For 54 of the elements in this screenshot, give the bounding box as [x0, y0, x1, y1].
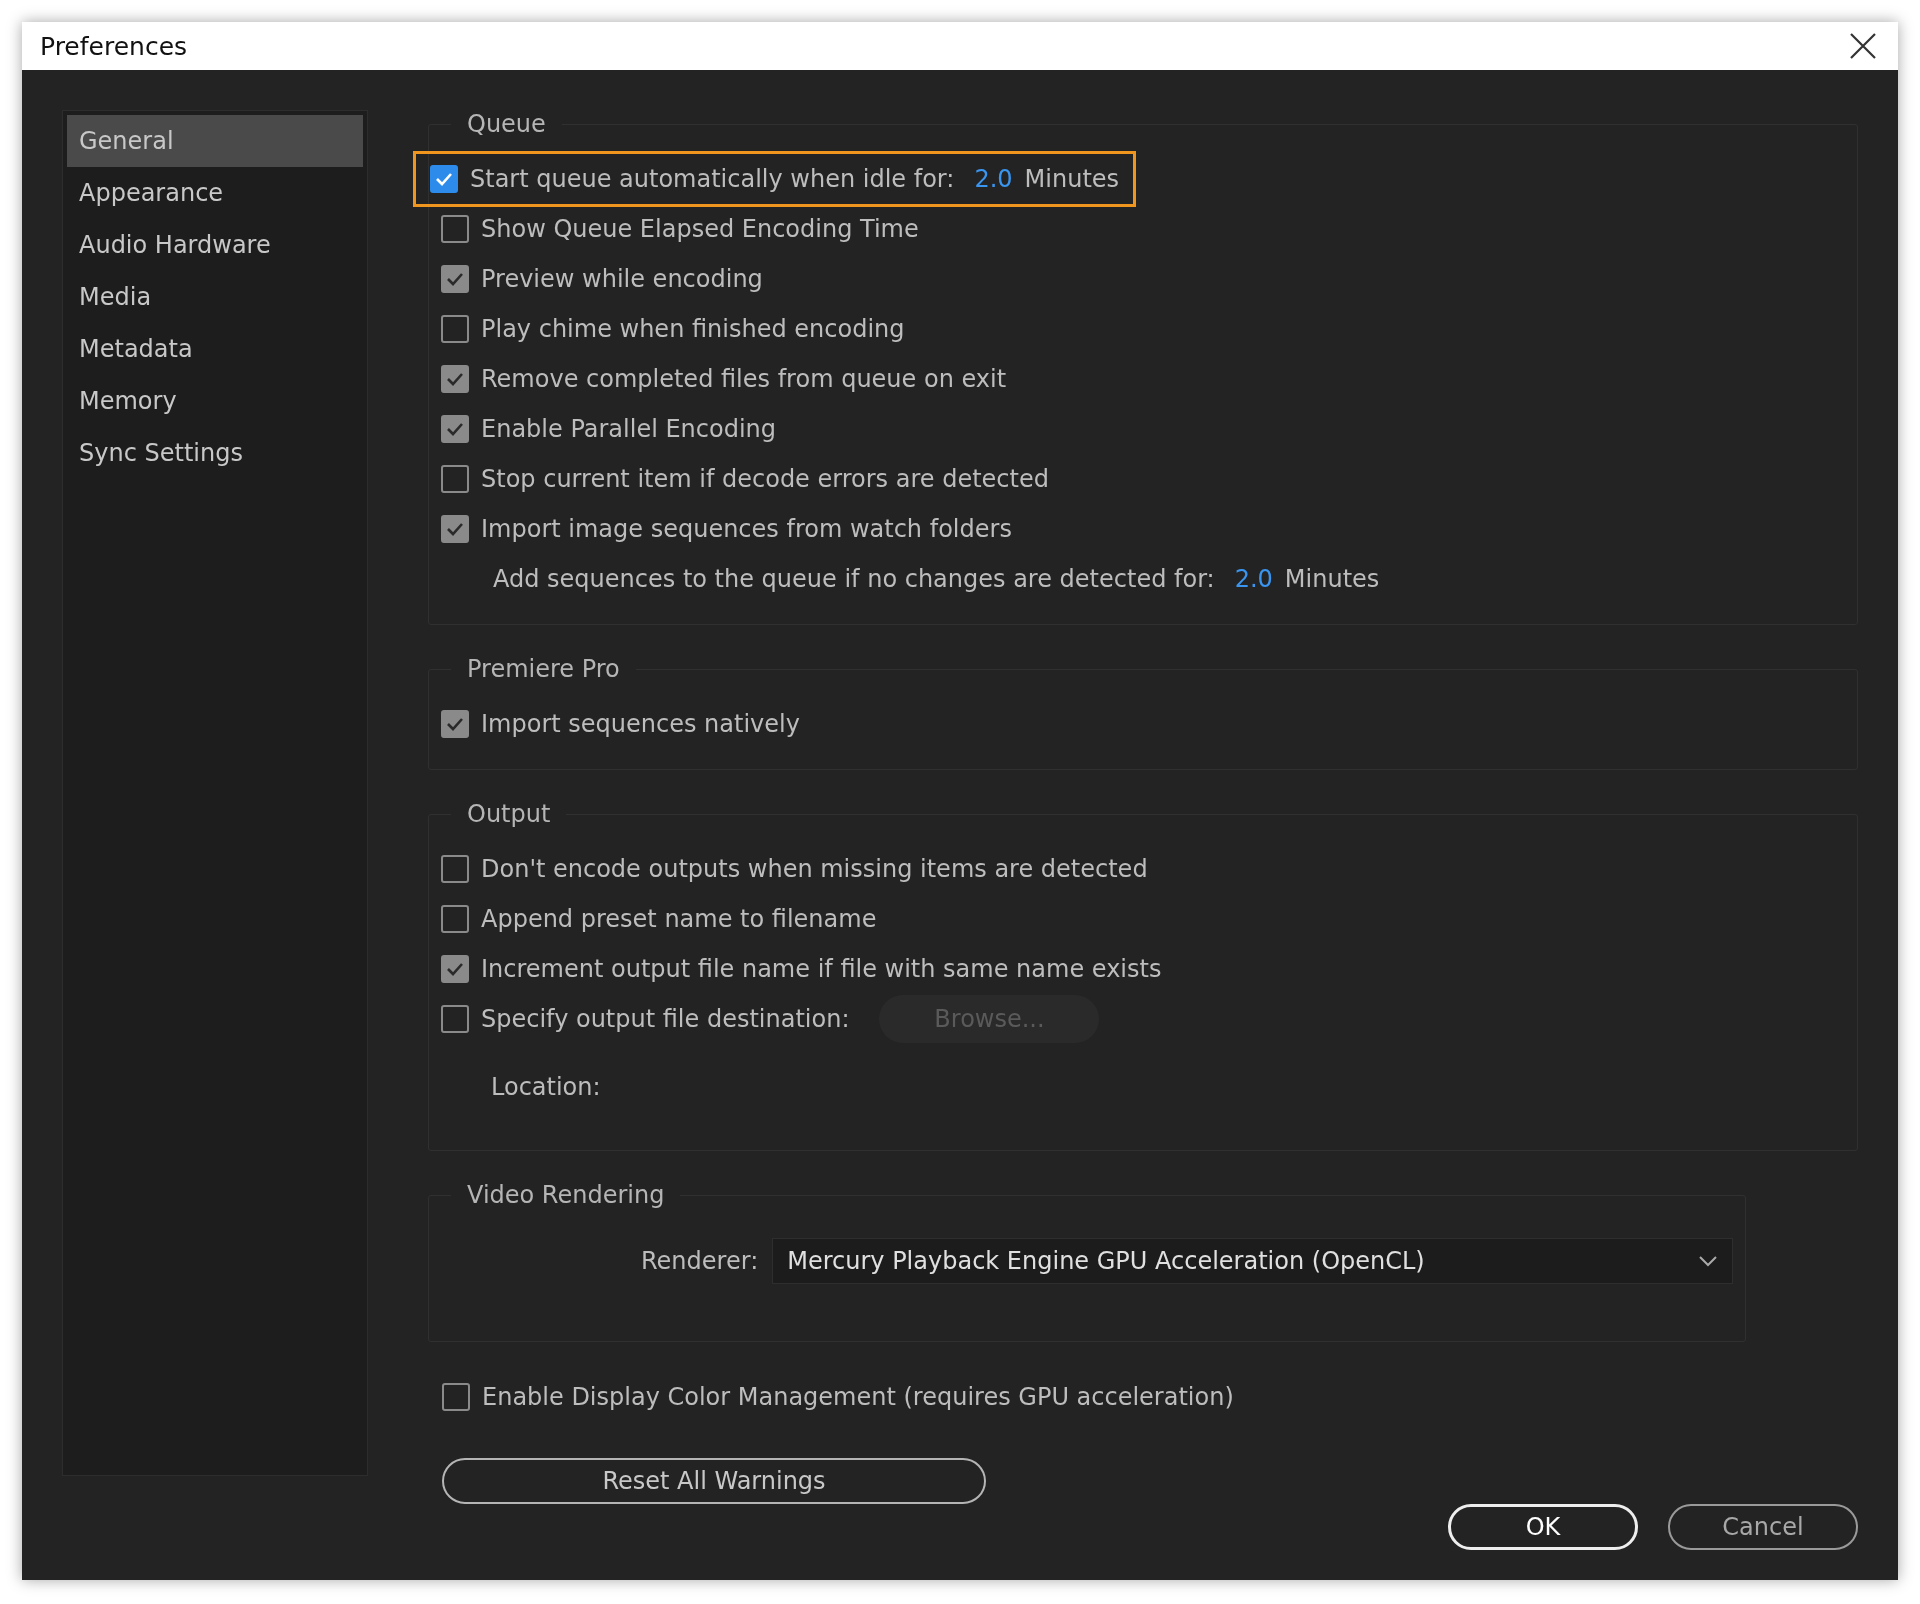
checkbox-label: Play chime when finished encoding [481, 315, 905, 343]
dropdown-value: Mercury Playback Engine GPU Acceleration (OpenCL) [787, 1247, 1425, 1275]
checkbox[interactable] [441, 855, 469, 883]
checkbox[interactable] [441, 515, 469, 543]
unit-label: Minutes [1024, 165, 1120, 193]
window-title: Preferences [40, 31, 188, 61]
checkbox-label: Don't encode outputs when missing items are detected [481, 855, 1148, 883]
location-label: Location: [491, 1073, 601, 1101]
checkbox-label: Increment output file name if file with same name exists [481, 955, 1162, 983]
checkbox[interactable] [441, 905, 469, 933]
minutes-value[interactable]: 2.0 [1234, 565, 1273, 593]
sidebar-item[interactable]: Metadata [67, 323, 363, 375]
setting-label: Add sequences to the queue if no changes are detected for: [493, 565, 1215, 593]
renderer-label: Renderer: [641, 1247, 759, 1275]
checkbox[interactable] [441, 710, 469, 738]
checkbox[interactable] [442, 1383, 470, 1411]
close-icon[interactable] [1848, 31, 1878, 61]
dialog-button[interactable]: Cancel [1668, 1504, 1858, 1550]
checkbox-label: Stop current item if decode errors are detected [481, 465, 1049, 493]
checkbox[interactable] [441, 415, 469, 443]
sidebar-item[interactable]: Sync Settings [67, 427, 363, 479]
checkbox[interactable] [441, 365, 469, 393]
checkbox-label: Append preset name to filename [481, 905, 877, 933]
group-title: Video Rendering [466, 1181, 666, 1209]
sidebar-item[interactable]: Memory [67, 375, 363, 427]
checkbox-label: Preview while encoding [481, 265, 763, 293]
checkbox-label: Enable Display Color Management (requires GPU acceleration) [482, 1383, 1234, 1411]
checkbox-label: Start queue automatically when idle for: [470, 165, 955, 193]
checkbox-label: Import image sequences from watch folders [481, 515, 1012, 543]
renderer-dropdown[interactable]: Mercury Playback Engine GPU Acceleration (OpenCL) [772, 1238, 1733, 1284]
sidebar-item[interactable]: General [67, 115, 363, 167]
checkbox[interactable] [441, 465, 469, 493]
group-title: Premiere Pro [466, 655, 621, 683]
minutes-value[interactable]: 2.0 [974, 165, 1013, 193]
group-title: Queue [466, 110, 547, 138]
checkbox[interactable] [441, 315, 469, 343]
sidebar-item[interactable]: Appearance [67, 167, 363, 219]
checkbox[interactable] [441, 215, 469, 243]
dialog-button[interactable]: OK [1448, 1504, 1638, 1550]
checkbox[interactable] [441, 1005, 469, 1033]
checkbox[interactable] [430, 165, 458, 193]
checkbox-label: Import sequences natively [481, 710, 800, 738]
sidebar-item[interactable]: Media [67, 271, 363, 323]
unit-label: Minutes [1284, 565, 1380, 593]
checkbox-label: Enable Parallel Encoding [481, 415, 777, 443]
sidebar-item[interactable]: Audio Hardware [67, 219, 363, 271]
checkbox-label: Remove completed files from queue on exit [481, 365, 1007, 393]
checkbox[interactable] [441, 955, 469, 983]
chevron-down-icon [1698, 1255, 1718, 1267]
group-title: Output [466, 800, 552, 828]
checkbox[interactable] [441, 265, 469, 293]
reset-warnings-button[interactable]: Reset All Warnings [442, 1458, 986, 1504]
checkbox-label: Show Queue Elapsed Encoding Time [481, 215, 919, 243]
checkbox-label: Specify output file destination: [481, 1005, 850, 1033]
